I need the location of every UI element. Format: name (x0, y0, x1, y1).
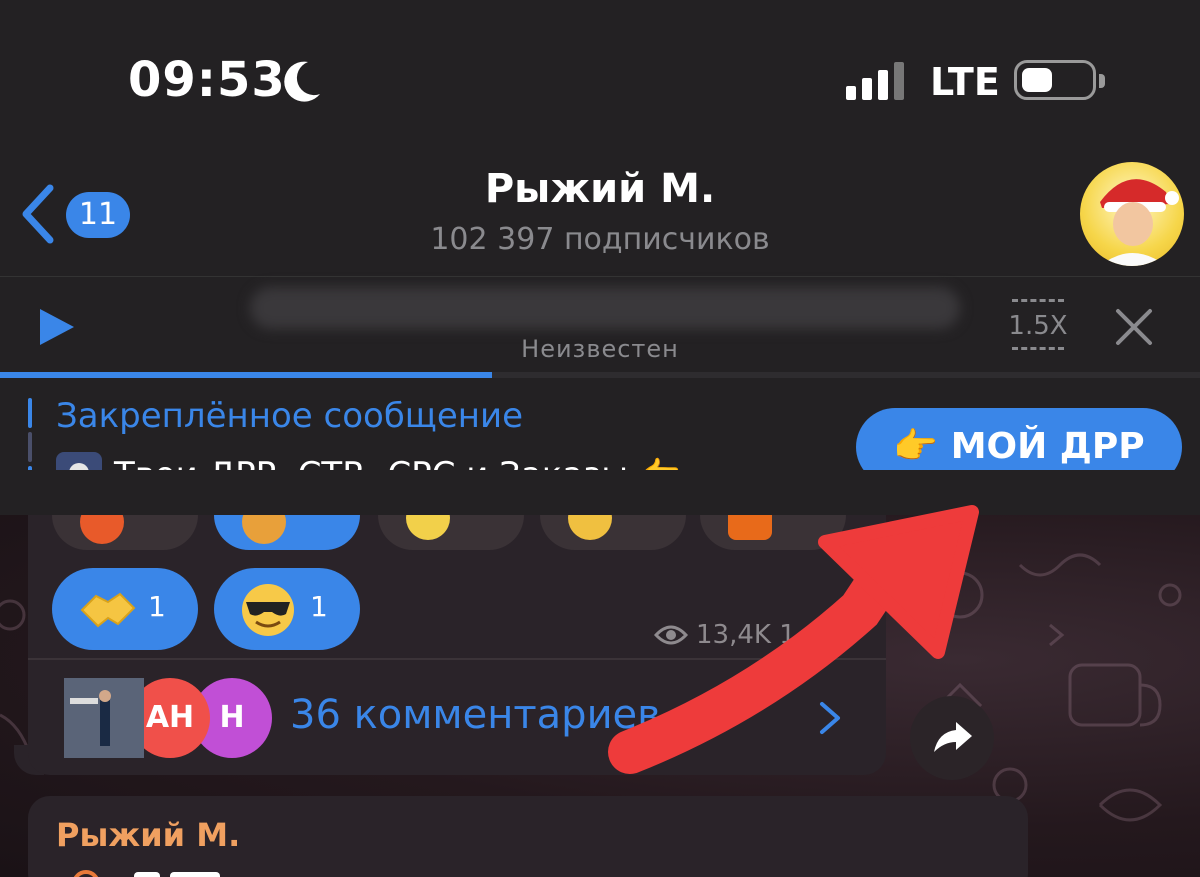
signal-icon (846, 62, 904, 100)
playback-speed-button[interactable]: 1.5X (1006, 297, 1070, 353)
cool-face-emoji-icon (242, 584, 294, 636)
moon-icon (284, 61, 320, 102)
status-time: 09:53 (128, 52, 286, 108)
pinned-label: Закреплённое сообщение (56, 396, 523, 436)
reaction-chip[interactable] (214, 480, 360, 550)
reaction-chip[interactable] (378, 480, 524, 550)
truncated-emoji-icon (73, 870, 220, 877)
speed-label: 1.5X (1008, 311, 1068, 341)
my-drr-button[interactable]: 👉 МОЙ ДРР (856, 408, 1182, 486)
status-bar: 09:53 LTE (0, 0, 1200, 150)
reaction-count: 1 (310, 590, 328, 623)
close-icon[interactable] (1114, 307, 1154, 347)
reaction-chip[interactable] (52, 480, 198, 550)
channel-avatar[interactable] (1080, 162, 1184, 266)
pin-indicator (28, 398, 32, 428)
chat-header: 11 Рыжий М. 102 397 подписчиков (0, 150, 1200, 276)
reaction-cool[interactable]: 1 (214, 568, 360, 650)
reaction-handshake[interactable]: 1 (52, 568, 198, 650)
reaction-count: 1 (148, 590, 166, 623)
grin-emoji-icon (406, 496, 450, 540)
message-text-peek (70, 858, 300, 877)
message-sender: Рыжий М. (56, 816, 241, 854)
chat-title[interactable]: Рыжий М. (0, 166, 1200, 212)
fire-emoji-icon (80, 500, 124, 544)
battery-icon (1014, 60, 1105, 100)
pin-indicator (28, 432, 32, 462)
network-type: LTE (930, 60, 1000, 104)
audio-player: Неизвестен 1.5X (0, 276, 1200, 378)
commenter-photo (64, 678, 144, 758)
handshake-emoji-icon (80, 592, 136, 628)
subscriber-count: 102 397 подписчиков (430, 222, 770, 257)
pin-indicator (28, 466, 32, 496)
annotation-arrow-icon (608, 505, 979, 774)
blurred-track-title (250, 287, 960, 329)
commenter-avatar (64, 678, 144, 758)
party-emoji-icon (242, 500, 286, 544)
avatar-image (1100, 179, 1179, 266)
